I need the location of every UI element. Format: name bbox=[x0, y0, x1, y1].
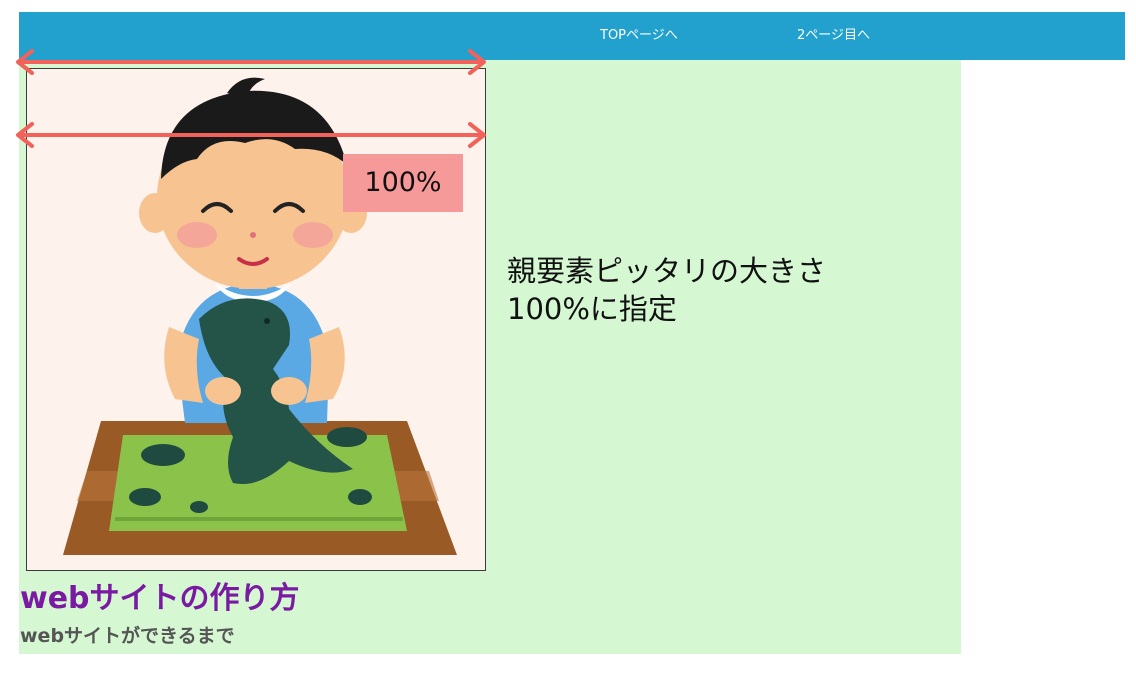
description-line-1: 親要素ピッタリの大きさ bbox=[507, 254, 827, 288]
description-text: 親要素ピッタリの大きさ 100%に指定 bbox=[507, 252, 927, 328]
percent-label: 100% bbox=[343, 154, 463, 212]
site-title: webサイトの作り方 bbox=[20, 581, 300, 616]
site-subtitle: webサイトができるまで bbox=[20, 625, 235, 647]
description-line-2: 100%に指定 bbox=[507, 292, 677, 326]
illustration-frame bbox=[26, 68, 486, 571]
top-navigation-bar: TOPページへ 2ページ目へ bbox=[19, 12, 1125, 60]
nav-link-page-2[interactable]: 2ページ目へ bbox=[797, 12, 870, 60]
boy-clay-dinosaur-illustration bbox=[63, 77, 457, 555]
page: TOPページへ 2ページ目へ 100% 親要素ピッタリの大きさ 100%に指定 … bbox=[0, 0, 1136, 675]
nav-link-top-page[interactable]: TOPページへ bbox=[600, 12, 678, 60]
